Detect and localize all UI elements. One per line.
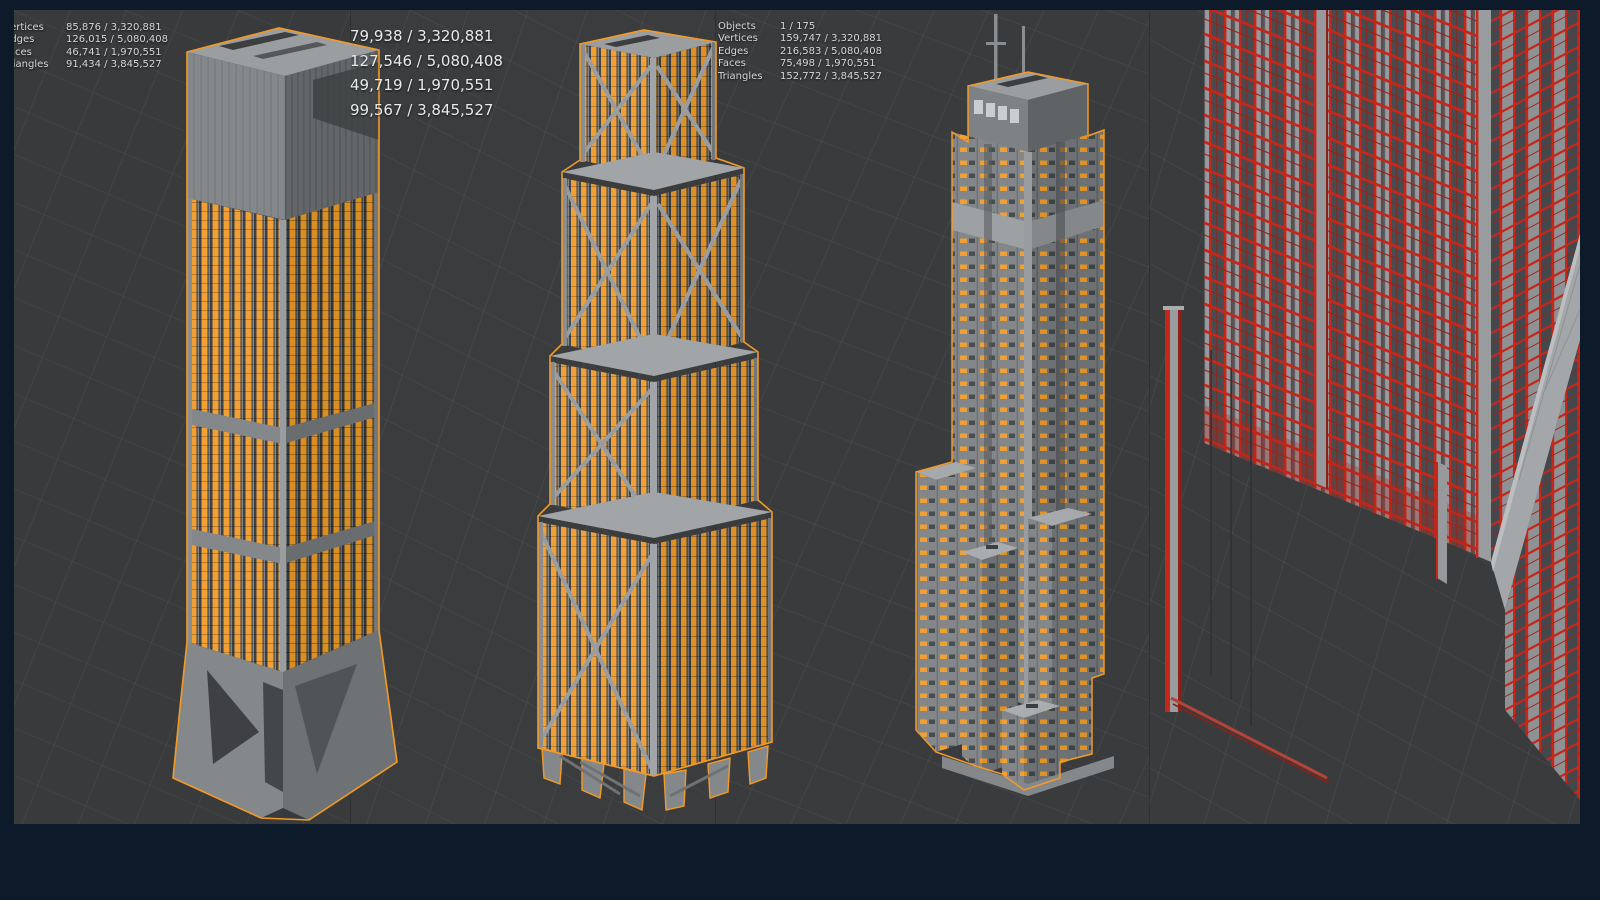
stats-row: Triangles152,772 / 3,845,527 xyxy=(718,71,882,83)
stats-row: 49,719 / 1,970,551 xyxy=(350,73,503,98)
stats-row: Faces75,498 / 1,970,551 xyxy=(718,58,882,70)
stats-row: Triangles91,434 / 3,845,527 xyxy=(14,59,168,71)
stats-overlay-braced: 79,938 / 3,320,881 127,546 / 5,080,408 4… xyxy=(350,24,503,122)
red-facade-model[interactable] xyxy=(1149,10,1580,824)
obelisk-tower-model[interactable] xyxy=(167,22,405,824)
screenshot-root: { "viewport": { "description": "3D viewp… xyxy=(0,0,1600,900)
stats-row: Edges216,583 / 5,080,408 xyxy=(718,46,882,58)
braced-tower-model[interactable] xyxy=(520,26,788,824)
stats-row: 79,938 / 3,320,881 xyxy=(350,24,503,49)
stats-overlay-stepped: Objects1 / 175 Vertices159,747 / 3,320,8… xyxy=(718,21,882,83)
stats-row: Edges126,015 / 5,080,408 xyxy=(14,34,168,46)
stats-row: Vertices85,876 / 3,320,881 xyxy=(14,22,168,34)
3d-viewport[interactable]: Vertices85,876 / 3,320,881 Edges126,015 … xyxy=(14,10,1580,824)
stats-row: 99,567 / 3,845,527 xyxy=(350,98,503,123)
stats-row: Vertices159,747 / 3,320,881 xyxy=(718,33,882,45)
stats-row: Faces46,741 / 1,970,551 xyxy=(14,47,168,59)
stepped-tower-model[interactable] xyxy=(878,14,1154,806)
stats-overlay-obelisk: Vertices85,876 / 3,320,881 Edges126,015 … xyxy=(14,22,168,72)
stats-row: Objects1 / 175 xyxy=(718,21,882,33)
stats-row: 127,546 / 5,080,408 xyxy=(350,49,503,74)
